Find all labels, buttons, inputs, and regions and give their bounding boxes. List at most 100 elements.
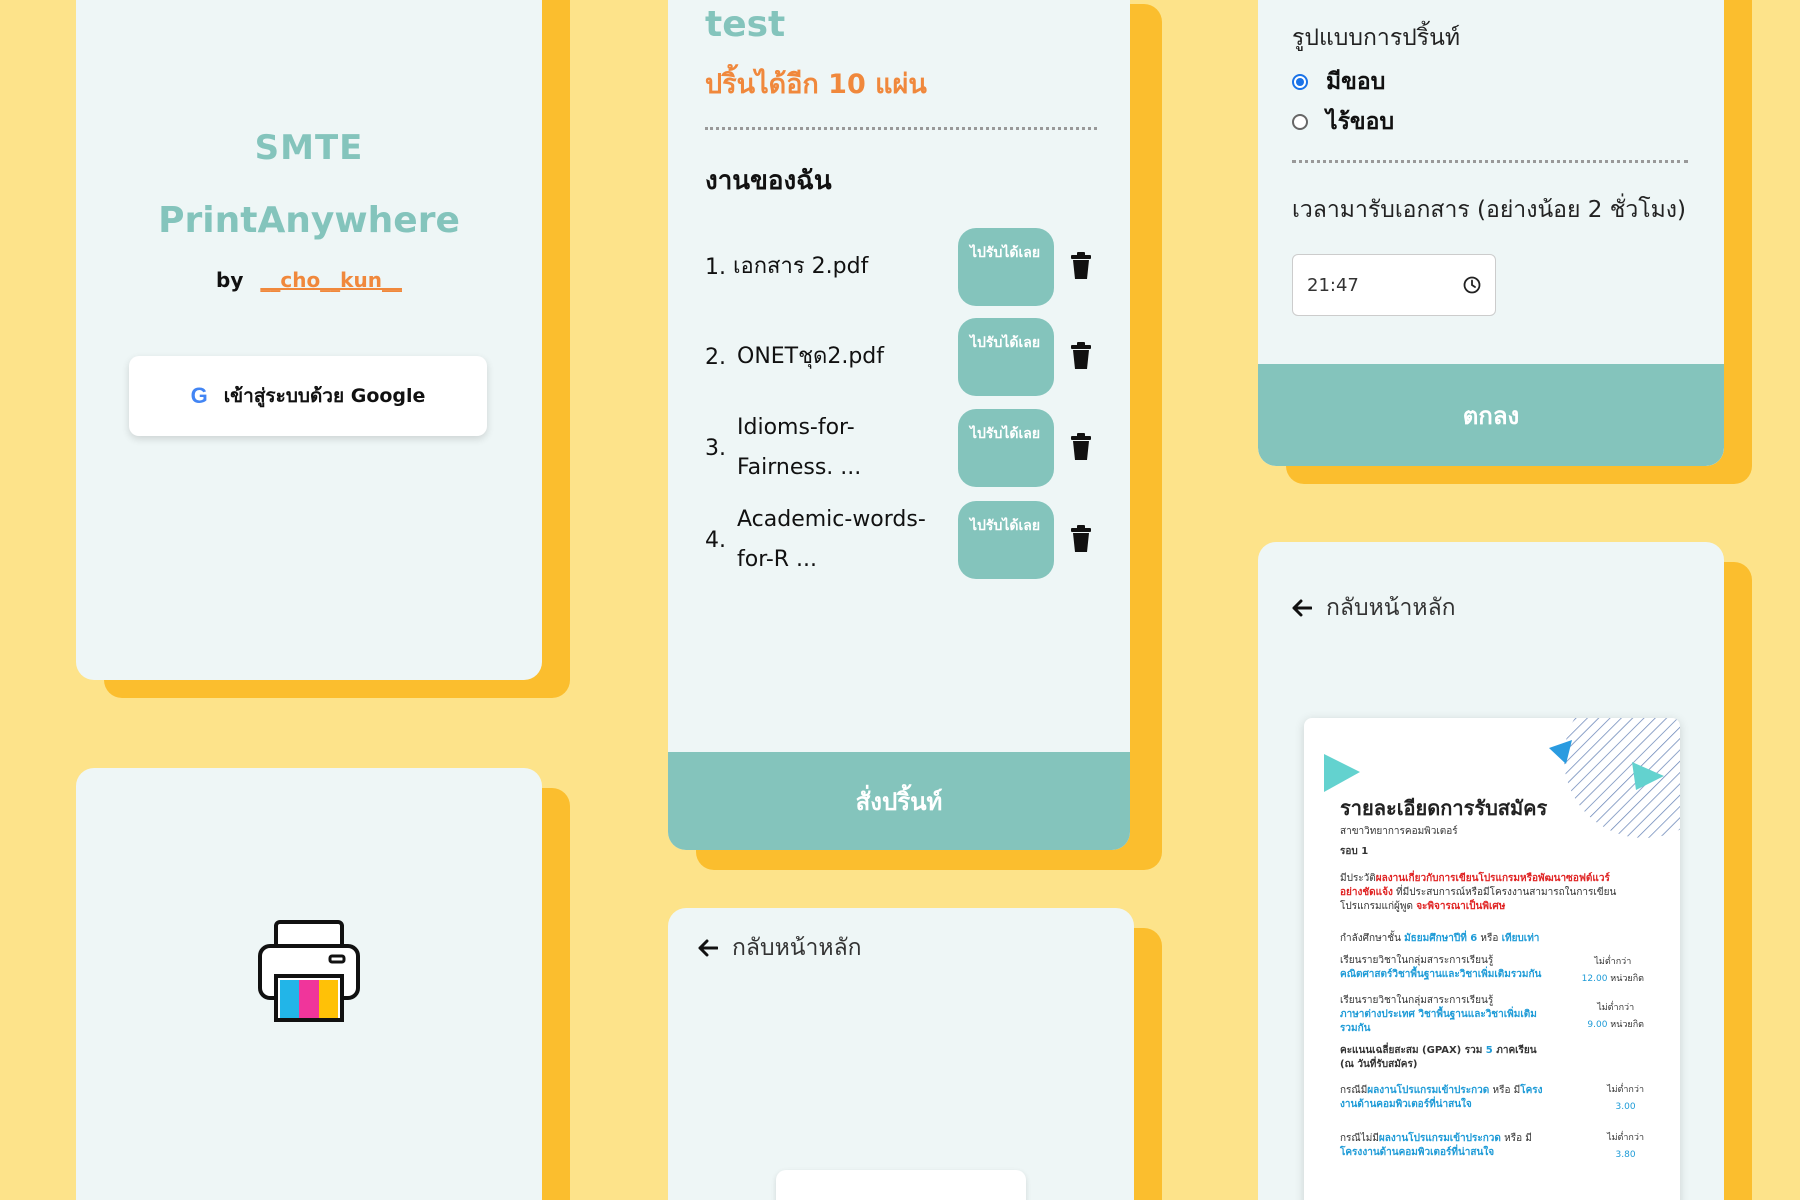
doc-text-part: ผลงานโปรแกรมเข้าประกวด xyxy=(1378,1133,1501,1144)
status-badge: ไปรับได้เลย xyxy=(958,501,1054,579)
doc-text-part: มัธยมศึกษาปีที่ 6 xyxy=(1404,933,1478,944)
doc-text-part: ผลงานเกี่ยวกับการเขียนโปรแกรมหรือพัฒนาซอ… xyxy=(1375,873,1610,884)
section-title: งานของฉัน xyxy=(705,166,832,196)
doc-text-part: กำลังศึกษาชั้น xyxy=(1340,933,1405,944)
ok-button[interactable]: ตกลง xyxy=(1258,364,1724,466)
doc-text-part: หรือ xyxy=(1477,933,1502,944)
status-badge: ไปรับได้เลย xyxy=(958,409,1054,487)
printer-icon xyxy=(258,920,360,1022)
radio-button[interactable] xyxy=(1292,114,1308,130)
doc-text: คะแนนเฉลี่ยสะสม (GPAX) รวม 5 ภาคเรียน (ณ… xyxy=(1340,1044,1537,1072)
settings-card: รูปแบบการปริ้นท์ มีขอบ ไร้ขอบ เวลามารับเ… xyxy=(1258,0,1724,466)
item-filename: ONETชุด2.pdf xyxy=(737,344,884,369)
quota-text: ปริ้นได้อีก 10 แผ่น xyxy=(705,69,927,100)
doc-text-part: เทียบเท่า xyxy=(1501,933,1540,944)
doc-text-part: จะพิจารณาเป็นพิเศษ xyxy=(1416,901,1506,912)
doc-text-part: 9.00 xyxy=(1587,1020,1608,1030)
doc-text-part: คะแนนเฉลี่ยสะสม (GPAX) รวม xyxy=(1340,1045,1486,1056)
doc-text-part: ภาคเรียน xyxy=(1492,1045,1537,1056)
doc-text-part: เรียนรายวิชาในกลุ่มสาระการเรียนรู้ xyxy=(1340,955,1494,966)
radio-option-border[interactable]: มีขอบ xyxy=(1292,64,1385,100)
list-item: 2. ONETชุด2.pdf ไปรับได้เลย xyxy=(705,318,1105,396)
radio-option-borderless[interactable]: ไร้ขอบ xyxy=(1292,104,1394,140)
trash-icon[interactable] xyxy=(1070,252,1092,280)
pickup-label: เวลามารับเอกสาร (อย่างน้อย 2 ชั่วโมง) xyxy=(1292,197,1686,223)
doc-text-part: 3.00 xyxy=(1615,1102,1636,1112)
doc-text-part: ไม่ต่ำกว่า xyxy=(1597,1003,1635,1013)
arrow-left-icon xyxy=(698,939,718,957)
status-badge: ไปรับได้เลย xyxy=(958,318,1054,396)
clock-icon[interactable] xyxy=(1463,276,1481,294)
status-badge: ไปรับได้เลย xyxy=(958,228,1054,306)
doc-text: กรณีมีผลงานโปรแกรมเข้าประกวด หรือ มีโครง… xyxy=(1340,1084,1543,1112)
doc-subtitle: สาขาวิทยาการคอมพิวเตอร์ xyxy=(1340,826,1458,837)
doc-text-part: รวมกัน xyxy=(1340,1023,1371,1034)
pickup-time-value: 21:47 xyxy=(1307,274,1359,296)
doc-text-part: กรณีไม่มี xyxy=(1340,1133,1379,1144)
doc-text-part: หรือ มี xyxy=(1489,1085,1521,1096)
brand-subtitle: PrintAnywhere xyxy=(158,200,460,241)
list-item: 3. Idioms-for-Fairness. ... ไปรับได้เลย xyxy=(705,409,1105,487)
radio-label: ไร้ขอบ xyxy=(1326,109,1395,135)
radio-label: มีขอบ xyxy=(1326,69,1386,95)
doc-requirement-value: ไม่ต่ำกว่า 9.00 หน่วยกิต xyxy=(1587,1000,1644,1034)
google-login-button[interactable]: G เข้าสู่ระบบด้วย Google xyxy=(129,356,487,436)
pickup-time-input[interactable]: 21:47 xyxy=(1292,254,1496,316)
doc-round: รอบ 1 xyxy=(1340,846,1369,857)
format-label: รูปแบบการปริ้นท์ xyxy=(1292,25,1461,51)
printer-card xyxy=(76,768,542,1200)
login-card: SMTE PrintAnywhere by __cho__kun__ G เข้… xyxy=(76,0,542,680)
item-number: 4. xyxy=(705,527,726,553)
doc-text-part: ผลงานโปรแกรมเข้าประกวด xyxy=(1367,1085,1490,1096)
doc-text-part: หรือ มี xyxy=(1500,1133,1532,1144)
author-link[interactable]: __cho__kun__ xyxy=(260,268,402,292)
doc-title: รายละเอียดการรับสมัคร xyxy=(1340,796,1548,820)
doc-requirement-value: ไม่ต่ำกว่า 12.00 หน่วยกิต xyxy=(1582,954,1644,988)
trash-icon[interactable] xyxy=(1070,525,1092,553)
item-number: 1. xyxy=(705,254,726,280)
doc-text-part: ไม่ต่ำกว่า xyxy=(1607,1133,1644,1143)
doc-text-part: โปรแกรมแก่ผู้พูด xyxy=(1340,901,1417,912)
upload-button[interactable] xyxy=(776,1170,1026,1200)
divider xyxy=(705,127,1097,130)
doc-text-part: เรียนรายวิชาในกลุ่มสาระการเรียนรู้ xyxy=(1340,995,1494,1006)
doc-text-part: คณิตศาสตร์วิชาพื้นฐานและวิชาเพิ่มเติมรวม… xyxy=(1340,969,1542,980)
doc-requirement-value: ไม่ต่ำกว่า 3.80 xyxy=(1607,1130,1644,1164)
doc-text-part: ไม่ต่ำกว่า xyxy=(1594,957,1632,967)
item-number: 2. xyxy=(705,344,726,370)
google-login-label: เข้าสู่ระบบด้วย Google xyxy=(223,385,426,407)
jobs-card: test ปริ้นได้อีก 10 แผ่น งานของฉัน 1. เอ… xyxy=(668,0,1130,850)
doc-text-part: 12.00 xyxy=(1581,974,1608,984)
doc-text-part: กรณีมี xyxy=(1340,1085,1368,1096)
doc-text-part: งานด้านคอมพิวเตอร์ที่น่าสนใจ xyxy=(1340,1099,1472,1110)
trash-icon[interactable] xyxy=(1070,433,1092,461)
doc-text: กำลังศึกษาชั้น มัธยมศึกษาปีที่ 6 หรือ เท… xyxy=(1340,932,1539,946)
document-preview: รายละเอียดการรับสมัคร สาขาวิทยาการคอมพิว… xyxy=(1304,718,1680,1200)
doc-requirement-value: ไม่ต่ำกว่า 3.00 xyxy=(1607,1082,1644,1116)
radio-button[interactable] xyxy=(1292,74,1308,90)
byline: by __cho__kun__ xyxy=(76,268,542,292)
back-home-link[interactable]: กลับหน้าหลัก xyxy=(698,930,862,966)
list-item: 1. เอกสาร 2.pdf ไปรับได้เลย xyxy=(705,228,1105,306)
doc-text: มีประวัติผลงานเกี่ยวกับการเขียนโปรแกรมหร… xyxy=(1340,872,1610,886)
brand-title: SMTE xyxy=(254,128,364,168)
doc-text-part: ไม่ต่ำกว่า xyxy=(1607,1085,1644,1095)
doc-text-part: (ณ วันที่รับสมัคร) xyxy=(1340,1059,1418,1070)
order-print-button[interactable]: สั่งปริ้นท์ xyxy=(668,752,1130,850)
doc-text-part: หน่วยกิต xyxy=(1607,974,1644,984)
back-home-link[interactable]: กลับหน้าหลัก xyxy=(1292,590,1456,626)
doc-text-part: 3.80 xyxy=(1615,1150,1636,1160)
item-number: 3. xyxy=(705,435,726,461)
doc-text-part: มีประวัติ xyxy=(1340,873,1376,884)
doc-text-part: ที่มีประสบการณ์หรือมีโครงงานสามารถในการเ… xyxy=(1392,887,1617,898)
doc-text: โปรแกรมแก่ผู้พูด จะพิจารณาเป็นพิเศษ xyxy=(1340,900,1505,914)
account-title: test xyxy=(705,4,786,45)
back-home-label: กลับหน้าหลัก xyxy=(1326,595,1456,621)
doc-text-part: 5 xyxy=(1485,1045,1493,1056)
doc-text-part: อย่างชัดแจ้ง xyxy=(1340,887,1393,898)
doc-text-part: ภาษาต่างประเทศ วิชาพื้นฐานและวิชาเพิ่มเต… xyxy=(1340,1009,1537,1020)
back-home-label: กลับหน้าหลัก xyxy=(732,935,862,961)
doc-text-part: หน่วยกิต xyxy=(1607,1020,1644,1030)
preview-card: กลับหน้าหลัก รายละเอียดการรับสมัคร สาขาว… xyxy=(1258,542,1724,1200)
trash-icon[interactable] xyxy=(1070,342,1092,370)
